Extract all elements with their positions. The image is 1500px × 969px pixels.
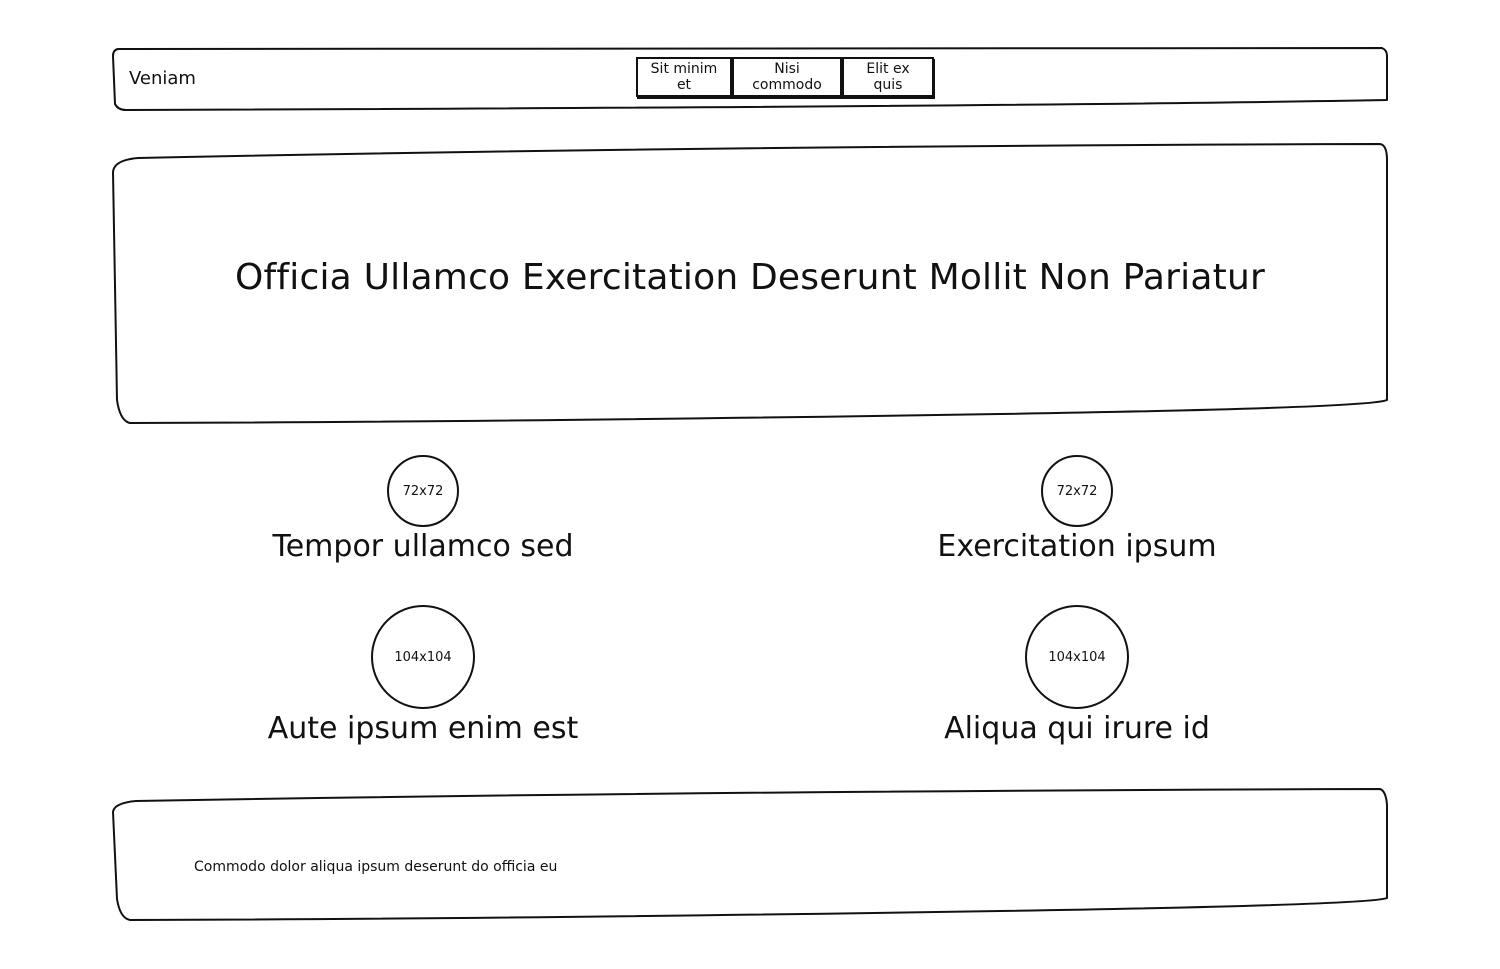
footer-outline [112, 788, 1388, 921]
nav-button-nisi-commodo[interactable]: Nisi commodo [732, 57, 842, 97]
feature-item: 104x104 Aute ipsum enim est [213, 605, 633, 749]
image-placeholder: 72x72 [387, 455, 459, 527]
image-placeholder: 104x104 [371, 605, 475, 709]
image-placeholder: 104x104 [1025, 605, 1129, 709]
brand-logo-text[interactable]: Veniam [129, 67, 196, 91]
feature-label: Exercitation ipsum [937, 529, 1217, 564]
feature-item: 72x72 Exercitation ipsum [867, 455, 1287, 567]
nav-button-sit-minim-et[interactable]: Sit minim et [636, 57, 732, 97]
hero-title: Officia Ullamco Exercitation Deserunt Mo… [235, 257, 1265, 298]
footer-text: Commodo dolor aliqua ipsum deserunt do o… [194, 859, 558, 875]
feature-item: 104x104 Aliqua qui irure id [867, 605, 1287, 749]
feature-item: 72x72 Tempor ullamco sed [213, 455, 633, 567]
feature-label: Aute ipsum enim est [267, 711, 579, 746]
feature-label: Tempor ullamco sed [272, 529, 574, 564]
feature-label: Aliqua qui irure id [944, 711, 1210, 746]
nav-button-elit-ex-quis[interactable]: Elit ex quis [842, 57, 934, 97]
top-nav: Sit minim et Nisi commodo Elit ex quis [636, 57, 934, 101]
image-placeholder: 72x72 [1041, 455, 1113, 527]
